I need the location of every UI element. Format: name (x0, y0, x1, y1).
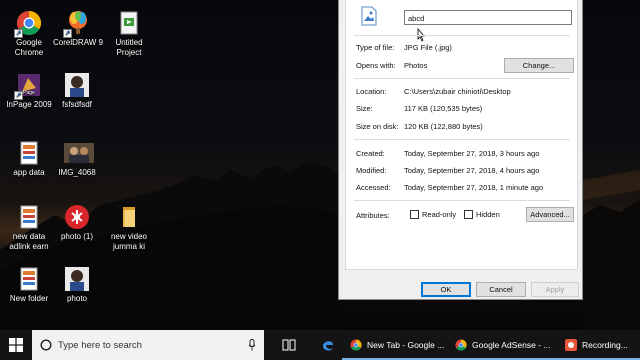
document-icon (16, 140, 42, 166)
accessed-label: Accessed: (356, 183, 391, 192)
opens-with-label: Opens with: (356, 61, 396, 70)
size-on-disk-label: Size on disk: (356, 122, 399, 131)
ok-button[interactable]: OK (421, 282, 471, 297)
start-button[interactable] (0, 330, 32, 360)
cortana-circle-icon (40, 339, 52, 351)
windows-logo-icon (9, 338, 23, 352)
taskbar-app-label: Google AdSense - ... (472, 340, 551, 350)
desktop-icon-label: Untitled Project (115, 38, 143, 57)
task-view-button[interactable] (264, 330, 314, 360)
edge-icon (323, 341, 333, 351)
chrome-icon (455, 339, 467, 351)
type-label: Type of file: (356, 43, 395, 52)
shortcut-arrow-icon: ↗ (14, 91, 23, 100)
opens-with-value: Photos (404, 61, 428, 70)
general-tab-panel: abcd Type of file: JPG File (.jpg) Opens… (345, 0, 578, 270)
type-value: JPG File (.jpg) (404, 43, 452, 52)
hidden-checkbox[interactable]: Hidden (464, 210, 500, 219)
desktop-icon-img-4068[interactable]: IMG_4068 (48, 140, 106, 178)
shortcut-arrow-icon: ↗ (14, 29, 23, 38)
location-label: Location: (356, 87, 387, 96)
inpage-icon: Page ↗ (14, 72, 42, 100)
desktop-icon-new-video[interactable]: new video jumma ki (100, 204, 158, 252)
coreldraw-icon: ↗ (63, 10, 91, 38)
image-thumb-icon (64, 204, 90, 230)
accessed-value: Today, September 27, 2018, 1 minute ago (404, 183, 544, 192)
attributes-label: Attributes: (356, 211, 390, 220)
desktop-icon-label: fsfsdfsdf (62, 100, 92, 109)
desktop-icon-fsfsdfsdf[interactable]: fsfsdfsdf (48, 72, 106, 110)
document-icon (16, 204, 42, 230)
separator (354, 35, 570, 36)
cancel-button[interactable]: Cancel (476, 282, 526, 297)
file-properties-dialog: abcd Type of file: JPG File (.jpg) Opens… (338, 0, 583, 300)
desktop-icon-coreldraw[interactable]: ↗ CorelDRAW 9 (48, 10, 108, 48)
taskbar-search-box[interactable]: Type here to search (32, 330, 264, 360)
filename-input[interactable]: abcd (404, 10, 572, 25)
search-placeholder: Type here to search (58, 339, 142, 351)
desktop-icon-photo-1[interactable]: photo (1) (48, 204, 106, 242)
desktop-icon-label: photo (1) (60, 232, 94, 241)
image-thumb-icon (64, 266, 90, 292)
location-value: C:\Users\zubair chinioti\Desktop (404, 87, 511, 96)
taskbar-app-google-adsense[interactable]: Google AdSense - ... (447, 330, 557, 360)
readonly-checkbox-label: Read-only (422, 210, 457, 219)
separator (354, 200, 570, 201)
readonly-checkbox[interactable]: Read-only (410, 210, 456, 219)
folder-icon (116, 204, 142, 230)
modified-value: Today, September 27, 2018, 4 hours ago (404, 166, 540, 175)
change-button[interactable]: Change... (504, 58, 574, 73)
shortcut-arrow-icon: ↗ (63, 29, 72, 38)
svg-text:Page: Page (23, 90, 35, 96)
taskbar: Type here to search New Tab - Google ... (0, 330, 640, 360)
size-on-disk-value: 120 KB (122,880 bytes) (404, 122, 483, 131)
modified-label: Modified: (356, 166, 387, 175)
separator (354, 78, 570, 79)
created-label: Created: (356, 149, 385, 158)
desktop-icon-label: IMG_4068 (58, 168, 96, 177)
size-value: 117 KB (120,535 bytes) (404, 104, 483, 113)
taskbar-app-new-tab[interactable]: New Tab - Google ... (342, 330, 447, 360)
desktop-icon-untitled-project[interactable]: Untitled Project (100, 10, 158, 58)
advanced-button[interactable]: Advanced... (526, 207, 574, 222)
desktop-icon-label: new video jumma ki (110, 232, 148, 251)
separator (354, 139, 570, 140)
checkbox-box[interactable] (410, 210, 419, 219)
created-value: Today, September 27, 2018, 3 hours ago (404, 149, 540, 158)
file-icon (116, 10, 142, 36)
microphone-icon[interactable] (248, 339, 256, 351)
image-thumb-icon (64, 140, 94, 166)
hidden-checkbox-label: Hidden (476, 210, 500, 219)
task-view-icon (282, 339, 296, 351)
document-icon (16, 266, 42, 292)
apply-button[interactable]: Apply (531, 282, 579, 297)
desktop-icon-label: photo (66, 294, 88, 303)
chrome-icon (350, 339, 362, 351)
taskbar-app-label: Recording... (582, 340, 628, 350)
size-label: Size: (356, 104, 373, 113)
desktop-icon-photo[interactable]: photo (48, 266, 106, 304)
jpg-file-icon (361, 6, 377, 26)
checkbox-box[interactable] (464, 210, 473, 219)
chrome-icon: ↗ (14, 10, 42, 38)
recorder-icon (565, 339, 577, 351)
taskbar-app-label: New Tab - Google ... (367, 340, 445, 350)
desktop-icon-label: CorelDRAW 9 (53, 38, 103, 47)
image-thumb-icon (64, 72, 90, 98)
taskbar-edge[interactable] (314, 330, 342, 360)
taskbar-app-recording[interactable]: Recording... (557, 330, 640, 360)
